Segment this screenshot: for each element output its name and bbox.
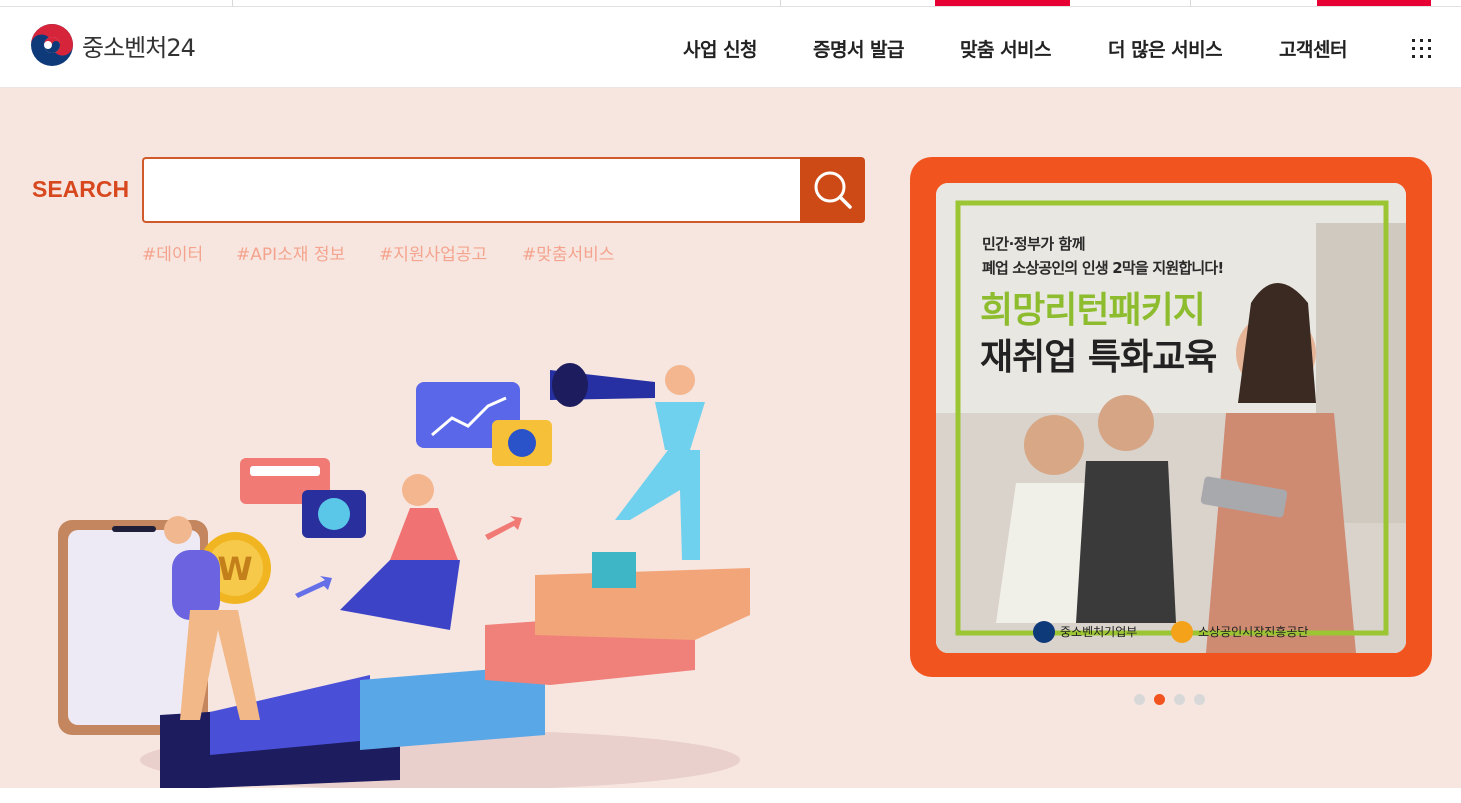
- bottom-strip: [0, 788, 1461, 803]
- banner-org: 중소벤처기업부: [1060, 625, 1138, 639]
- site-logo[interactable]: 중소벤처24: [30, 23, 196, 67]
- nav-item-customer-center[interactable]: 고객센터: [1279, 35, 1347, 62]
- top-utility-strip: [0, 0, 1461, 7]
- search-label: SEARCH: [32, 176, 130, 202]
- banner-subtitle: 폐업 소상공인의 인생 2막을 지원합니다!: [982, 259, 1224, 277]
- utility-tab-active[interactable]: [935, 0, 1070, 6]
- pagination-dot[interactable]: [1134, 694, 1145, 705]
- pagination-dot-active[interactable]: [1154, 694, 1165, 705]
- nav-item-business-application[interactable]: 사업 신청: [683, 35, 758, 62]
- search-button[interactable]: [800, 157, 865, 223]
- taegeuk-logo-icon: [31, 24, 73, 66]
- banner-title: 희망리턴패키지: [980, 290, 1206, 331]
- banner-org: 소상공인시장진흥공단: [1198, 625, 1309, 639]
- search-input[interactable]: [144, 159, 801, 221]
- pagination-dot[interactable]: [1174, 694, 1185, 705]
- utility-tab-active[interactable]: [1317, 0, 1431, 6]
- divider: [780, 0, 781, 7]
- svg-text:W: W: [217, 550, 252, 588]
- banner-slide[interactable]: 민간·정부가 함께 폐업 소상공인의 인생 2막을 지원합니다! 희망리턴패키지…: [936, 183, 1406, 653]
- banner-title: 재취업 특화교육: [980, 337, 1217, 378]
- divider: [1190, 0, 1191, 7]
- banner-subtitle: 민간·정부가 함께: [982, 235, 1086, 253]
- nav-item-certificate[interactable]: 증명서 발급: [813, 35, 905, 62]
- search-tag[interactable]: #지원사업공고: [379, 240, 487, 265]
- nav-item-custom-service[interactable]: 맞춤 서비스: [960, 35, 1052, 62]
- hero-illustration: W: [58, 363, 750, 790]
- pagination-dot[interactable]: [1194, 694, 1205, 705]
- divider: [232, 0, 233, 7]
- search-tag[interactable]: #데이터: [142, 240, 203, 265]
- site-header: 중소벤처24 사업 신청 증명서 발급 맞춤 서비스 더 많은 서비스 고객센터: [0, 7, 1461, 88]
- search-icon: [814, 171, 852, 209]
- logo-text: 중소벤처24: [82, 33, 196, 62]
- search-tag[interactable]: #API소재 정보: [236, 240, 345, 265]
- grid-menu-icon[interactable]: [1410, 37, 1434, 61]
- search-tag[interactable]: #맞춤서비스: [522, 240, 614, 265]
- search-box: [142, 157, 801, 223]
- nav-item-more-services[interactable]: 더 많은 서비스: [1108, 35, 1223, 62]
